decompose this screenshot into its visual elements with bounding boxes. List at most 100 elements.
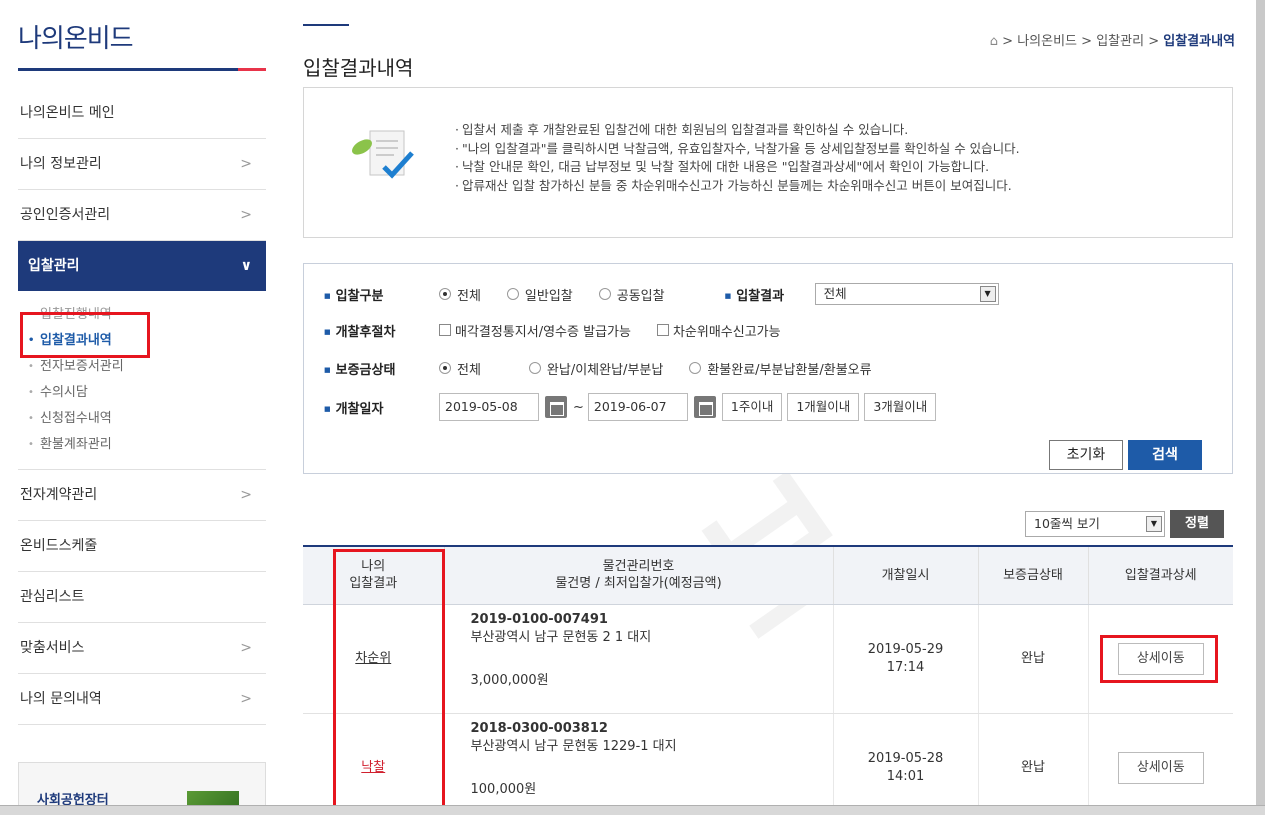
item-number: 2019-0100-007491 <box>470 611 608 627</box>
sidebar-item-e-contract[interactable]: 전자계약관리 > <box>18 470 266 521</box>
bid-type-radio-joint[interactable]: 공동입찰 <box>598 285 665 304</box>
date-range-separator: ~ <box>573 399 584 415</box>
sidebar-item-label: 관심리스트 <box>20 589 85 605</box>
deposit-radio-refunded[interactable]: 환불완료/부분납환불/환불오류 <box>689 359 872 378</box>
table-row: 낙찰 2018-0300-003812 부산광역시 남구 문현동 1229-1 … <box>303 713 1233 805</box>
date-to-input[interactable]: 2019-06-07 <box>587 393 688 421</box>
sidebar-item-mypage-main[interactable]: 나의온비드 메인 <box>18 88 266 139</box>
sort-button[interactable]: 정렬 <box>1170 510 1224 538</box>
info-line: 압류재산 입찰 참가하신 분들 중 차순위매수신고가 가능하신 분들께는 차순위… <box>455 177 1020 196</box>
open-date-cell: 2019-05-29 17:14 <box>833 604 979 714</box>
deposit-radio-paid[interactable]: 완납/이체완납/부분납 <box>528 359 663 378</box>
search-button[interactable]: 검색 <box>1128 440 1202 470</box>
sidebar-subitem-refund-account[interactable]: 환불계좌관리 <box>28 433 266 459</box>
title-accent-line <box>303 24 349 26</box>
open-date-cell: 2019-05-28 14:01 <box>833 713 979 805</box>
sidebar-item-label: 나의 문의내역 <box>20 691 102 707</box>
breadcrumb: ⌂ > 나의온비드 > 입찰관리 > 입찰결과내역 <box>990 30 1235 49</box>
sidebar-item-label: 공인인증서관리 <box>20 207 111 223</box>
sidebar-item-label: 맞춤서비스 <box>20 640 85 656</box>
detail-button[interactable]: 상세이동 <box>1117 751 1204 784</box>
item-address: 부산광역시 남구 문현동 1229-1 대지 <box>470 738 677 754</box>
sidebar-title-divider <box>18 68 266 71</box>
col-my-result: 나의 입찰결과 <box>303 545 445 605</box>
reset-button[interactable]: 초기화 <box>1049 440 1123 470</box>
sidebar-item-label: 전자계약관리 <box>20 487 98 503</box>
deposit-radio-all[interactable]: 전체 <box>439 359 481 378</box>
my-result-link[interactable]: 낙찰 <box>361 760 385 775</box>
item-address: 부산광역시 남구 문현동 2 1 대지 <box>470 629 652 645</box>
col-result-detail: 입찰결과상세 <box>1088 545 1233 605</box>
sidebar-item-my-info[interactable]: 나의 정보관리 > <box>18 139 266 190</box>
bid-result-select[interactable]: 전체 ▼ <box>814 283 999 305</box>
bid-result-label: 입찰결과 <box>725 285 815 304</box>
post-process-label: 개찰후절차 <box>324 321 439 340</box>
period-3month-button[interactable]: 3개월이내 <box>864 393 937 421</box>
banner-title: 사회공헌장터 <box>37 793 109 805</box>
sidebar-item-watchlist[interactable]: 관심리스트 <box>18 572 266 623</box>
dropdown-arrow-icon: ▼ <box>1146 516 1162 532</box>
chevron-down-icon: ∨ <box>240 258 252 274</box>
result-table: 나의 입찰결과 물건관리번호 물건명 / 최저입찰가(예정금액) 개찰일시 보증금상… <box>303 545 1233 805</box>
sidebar-item-inquiries[interactable]: 나의 문의내역 > <box>18 674 266 725</box>
bid-type-label: 입찰구분 <box>324 285 439 304</box>
post-process-row: 개찰후절차 매각결정통지서/영수증 발급가능 차순위매수신고가능 <box>324 320 801 340</box>
date-row: 개찰일자 2019-05-08 ~ 2019-06-07 1주이내 1개월이내 … <box>324 392 941 422</box>
item-number: 2018-0300-003812 <box>470 720 608 736</box>
detail-button[interactable]: 상세이동 <box>1117 642 1204 675</box>
sidebar-submenu: 입찰진행내역 입찰결과내역 전자보증서관리 수의시담 신청접수내역 환불계좌관리 <box>18 291 266 470</box>
bid-type-radio-general[interactable]: 일반입찰 <box>506 285 573 304</box>
period-1week-button[interactable]: 1주이내 <box>721 393 783 421</box>
breadcrumb-separator: > <box>1148 34 1160 49</box>
page-title: 입찰결과내역 <box>303 56 414 80</box>
bid-type-row: 입찰구분 전체 일반입찰 공동입찰 입찰결과 전체▼ <box>324 283 999 305</box>
sidebar-item-label: 나의온비드 메인 <box>20 105 115 121</box>
col-open-date: 개찰일시 <box>833 545 979 605</box>
calendar-icon[interactable] <box>545 396 567 418</box>
sidebar-subitem-bid-results[interactable]: 입찰결과내역 <box>28 329 266 355</box>
rows-per-page-select[interactable]: 10줄씩 보기 ▼ <box>1025 511 1165 537</box>
checkbox-decision-notice[interactable]: 매각결정통지서/영수증 발급가능 <box>439 321 631 340</box>
home-icon[interactable]: ⌂ <box>990 34 998 49</box>
window-right-edge <box>1256 0 1265 815</box>
sidebar-subitem-applications[interactable]: 신청접수내역 <box>28 407 266 433</box>
breadcrumb-separator: > <box>1081 34 1093 49</box>
dropdown-arrow-icon: ▼ <box>979 286 996 302</box>
bid-type-radio-all[interactable]: 전체 <box>439 285 481 304</box>
date-from-input[interactable]: 2019-05-08 <box>439 393 539 421</box>
sidebar-item-label: 나의 정보관리 <box>20 156 102 172</box>
social-market-banner[interactable]: 사회공헌장터 <box>18 762 266 805</box>
breadcrumb-mypage[interactable]: 나의온비드 <box>1017 34 1077 49</box>
breadcrumb-current: 입찰결과내역 <box>1163 34 1235 49</box>
my-result-link[interactable]: 차순위 <box>355 651 391 666</box>
calendar-icon[interactable] <box>693 396 716 418</box>
table-row: 차순위 2019-0100-007491 부산광역시 남구 문현동 2 1 대지… <box>303 604 1233 714</box>
document-check-icon <box>352 130 414 179</box>
sidebar-item-schedule[interactable]: 온비드스케줄 <box>18 521 266 572</box>
window-bottom-edge <box>0 805 1265 815</box>
period-1month-button[interactable]: 1개월이내 <box>787 393 860 421</box>
sidebar-title[interactable]: 나의온비드 <box>18 18 134 55</box>
item-cell: 2018-0300-003812 부산광역시 남구 문현동 1229-1 대지 … <box>444 713 834 805</box>
deposit-status-row: 보증금상태 전체 완납/이체완납/부분납 환불완료/부분납환불/환불오류 <box>324 358 898 378</box>
sidebar-item-bid-management[interactable]: 입찰관리 ∨ <box>18 241 266 291</box>
sidebar-item-certificate[interactable]: 공인인증서관리 > <box>18 190 266 241</box>
deposit-status-label: 보증금상태 <box>324 359 439 378</box>
chevron-right-icon: > <box>240 640 252 656</box>
deposit-status-cell: 완납 <box>978 604 1089 714</box>
sidebar-item-label: 입찰관리 <box>28 258 80 274</box>
search-form: 입찰구분 전체 일반입찰 공동입찰 입찰결과 전체▼ 개찰후절차 매각결정통지서… <box>303 263 1233 474</box>
chevron-right-icon: > <box>240 156 252 172</box>
deposit-status-cell: 완납 <box>978 713 1089 805</box>
sidebar-subitem-bid-progress[interactable]: 입찰진행내역 <box>28 303 266 329</box>
sidebar-menu: 나의온비드 메인 나의 정보관리 > 공인인증서관리 > 입찰관리 ∨ 입찰진행… <box>18 88 266 725</box>
sidebar-item-custom-service[interactable]: 맞춤서비스 > <box>18 623 266 674</box>
sidebar-subitem-e-guarantee[interactable]: 전자보증서관리 <box>28 355 266 381</box>
list-controls: 10줄씩 보기 ▼ 정렬 <box>1025 510 1224 538</box>
breadcrumb-bid-management[interactable]: 입찰관리 <box>1096 34 1144 49</box>
breadcrumb-separator: > <box>1002 34 1014 49</box>
checkbox-second-bidder[interactable]: 차순위매수신고가능 <box>656 321 781 340</box>
info-text: 입찰서 제출 후 개찰완료된 입찰건에 대한 회원님의 입찰결과를 확인하실 수… <box>455 121 1020 195</box>
sidebar-item-label: 온비드스케줄 <box>20 538 98 554</box>
sidebar-subitem-negotiation[interactable]: 수의시담 <box>28 381 266 407</box>
